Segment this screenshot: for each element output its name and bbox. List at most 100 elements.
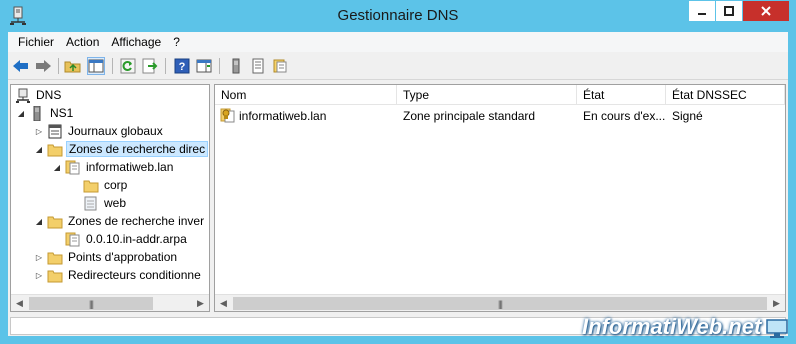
record-icon bbox=[252, 58, 264, 74]
zone-file-icon bbox=[65, 160, 80, 174]
server-icon bbox=[33, 105, 41, 121]
back-arrow-icon bbox=[13, 60, 28, 72]
cell-name: informatiweb.lan bbox=[239, 109, 327, 123]
tree-item-zone-informatiweb[interactable]: ◢ informatiweb.lan bbox=[51, 158, 175, 176]
folder-icon bbox=[83, 180, 99, 192]
show-hide-console-tree-button[interactable] bbox=[87, 57, 105, 75]
tree-horizontal-scrollbar[interactable]: ◀ ||| ▶ bbox=[11, 294, 209, 311]
expanded-arrow-icon[interactable]: ◢ bbox=[33, 145, 45, 154]
tree-label-forward-zones: Zones de recherche direc bbox=[66, 141, 209, 157]
help-icon: ? bbox=[174, 58, 190, 74]
details-list[interactable]: Nom Type État État DNSSEC informatiweb.l… bbox=[214, 84, 786, 312]
tree-label-zone: informatiweb.lan bbox=[86, 160, 174, 174]
collapsed-arrow-icon[interactable]: ▷ bbox=[33, 127, 45, 136]
forward-arrow-icon bbox=[36, 60, 51, 72]
scroll-left-icon[interactable]: ◀ bbox=[215, 295, 232, 311]
folder-icon bbox=[47, 216, 63, 228]
collapsed-arrow-icon[interactable]: ▷ bbox=[33, 271, 45, 280]
tree-item-conditional-forwarders[interactable]: ▷ Redirecteurs conditionne bbox=[33, 266, 203, 284]
delegation-icon bbox=[84, 196, 97, 210]
minimize-icon bbox=[698, 13, 706, 15]
forward-button[interactable] bbox=[34, 57, 52, 75]
tree-label-dns: DNS bbox=[36, 88, 62, 102]
tree-label-global-logs: Journaux globaux bbox=[68, 124, 163, 138]
window-title: Gestionnaire DNS bbox=[337, 7, 459, 24]
dns-icon bbox=[16, 88, 30, 103]
expanded-arrow-icon[interactable]: ◢ bbox=[15, 109, 27, 118]
minimize-button[interactable] bbox=[689, 1, 715, 21]
scroll-thumb[interactable]: ||| bbox=[233, 297, 767, 310]
tree-item-forward-zones[interactable]: ◢ Zones de recherche direc bbox=[33, 140, 209, 158]
tree-item-trust-points[interactable]: ▷ Points d'approbation bbox=[33, 248, 179, 266]
dns-manager-window: Gestionnaire DNS Fichier Action Affichag… bbox=[0, 0, 796, 344]
tree-item-corp[interactable]: corp bbox=[81, 176, 129, 194]
watermark-logo: InformatiWeb.net bbox=[582, 314, 762, 339]
list-horizontal-scrollbar[interactable]: ◀ ||| ▶ bbox=[215, 294, 785, 311]
folder-up-icon bbox=[64, 61, 81, 73]
back-button[interactable] bbox=[12, 57, 30, 75]
cell-dnssec: Signé bbox=[672, 109, 703, 123]
expanded-arrow-icon[interactable]: ◢ bbox=[33, 217, 45, 226]
expanded-arrow-icon[interactable]: ◢ bbox=[51, 163, 63, 172]
zone-icon bbox=[273, 59, 287, 73]
list-header: Nom Type État État DNSSEC bbox=[215, 85, 785, 105]
maximize-icon bbox=[724, 6, 734, 16]
svg-text:?: ? bbox=[179, 61, 186, 73]
cell-type: Zone principale standard bbox=[403, 109, 536, 123]
tree-item-reverse-zone[interactable]: 0.0.10.in-addr.arpa bbox=[63, 230, 189, 248]
tree-label-reverse-zones: Zones de recherche inver bbox=[68, 214, 205, 228]
close-icon bbox=[761, 6, 771, 16]
tree-item-ns1[interactable]: ◢ NS1 bbox=[15, 104, 75, 122]
column-header-name[interactable]: Nom bbox=[215, 85, 397, 105]
tree-item-global-logs[interactable]: ▷ Journaux globaux bbox=[33, 122, 165, 140]
refresh-button[interactable] bbox=[119, 57, 137, 75]
up-level-button[interactable] bbox=[64, 57, 82, 75]
scroll-left-icon[interactable]: ◀ bbox=[11, 295, 28, 311]
record-button[interactable] bbox=[249, 57, 267, 75]
export-list-button[interactable] bbox=[141, 57, 159, 75]
help-button[interactable]: ? bbox=[173, 57, 191, 75]
action-pane-icon bbox=[196, 59, 212, 73]
menu-file[interactable]: Fichier bbox=[8, 35, 60, 49]
show-hide-action-pane-button[interactable] bbox=[195, 57, 213, 75]
column-header-type[interactable]: Type bbox=[397, 85, 577, 105]
menu-help[interactable]: ? bbox=[167, 35, 186, 49]
zone-button[interactable] bbox=[271, 57, 289, 75]
server-button[interactable] bbox=[227, 57, 245, 75]
maximize-button[interactable] bbox=[716, 1, 742, 21]
scroll-right-icon[interactable]: ▶ bbox=[192, 295, 209, 311]
tree-item-dns[interactable]: DNS bbox=[13, 86, 63, 104]
tree-label-conditional-forwarders: Redirecteurs conditionne bbox=[68, 268, 201, 282]
tree-item-reverse-zones[interactable]: ◢ Zones de recherche inver bbox=[33, 212, 206, 230]
folder-icon bbox=[47, 252, 63, 264]
client-area: Fichier Action Affichage ? ? DNS ◢ NS1 ▷… bbox=[8, 32, 788, 336]
collapsed-arrow-icon[interactable]: ▷ bbox=[33, 253, 45, 262]
export-list-icon bbox=[142, 58, 158, 74]
column-header-state[interactable]: État bbox=[577, 85, 666, 105]
tree-label-reverse-zone: 0.0.10.in-addr.arpa bbox=[86, 232, 187, 246]
tree-label-trust-points: Points d'approbation bbox=[68, 250, 178, 264]
zone-file-icon bbox=[65, 232, 80, 246]
cell-state: En cours d'ex... bbox=[583, 109, 666, 123]
tree-label-web: web bbox=[104, 196, 127, 210]
menu-view[interactable]: Affichage bbox=[105, 35, 167, 49]
event-log-icon bbox=[48, 124, 62, 138]
toolbar: ? bbox=[8, 52, 788, 80]
console-tree[interactable]: DNS ◢ NS1 ▷ Journaux globaux ◢ Zones de … bbox=[10, 84, 210, 312]
folder-icon bbox=[47, 144, 63, 156]
console-tree-icon bbox=[88, 59, 104, 73]
tree-item-web[interactable]: web bbox=[81, 194, 128, 212]
title-bar[interactable]: Gestionnaire DNS bbox=[0, 0, 796, 32]
refresh-icon bbox=[120, 58, 136, 74]
tree-label-corp: corp bbox=[104, 178, 128, 192]
scroll-right-icon[interactable]: ▶ bbox=[768, 295, 785, 311]
watermark-computer-icon bbox=[766, 319, 788, 338]
close-button[interactable] bbox=[743, 1, 789, 21]
folder-icon bbox=[47, 270, 63, 282]
scroll-thumb[interactable]: ||| bbox=[29, 297, 153, 310]
server-icon bbox=[232, 58, 240, 74]
menu-action[interactable]: Action bbox=[60, 35, 105, 49]
column-header-dnssec[interactable]: État DNSSEC bbox=[666, 85, 785, 105]
menu-bar: Fichier Action Affichage ? bbox=[8, 32, 788, 52]
tree-label-ns1: NS1 bbox=[50, 106, 74, 120]
